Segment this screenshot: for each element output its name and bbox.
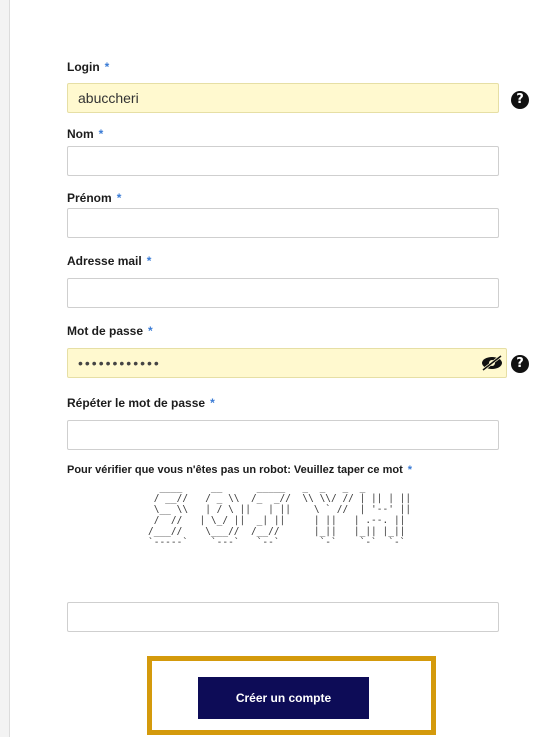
email-label: Adresse mail * xyxy=(67,254,152,268)
password-masked-value: •••••••••••• xyxy=(78,355,161,371)
required-marker: * xyxy=(104,60,110,74)
required-marker: * xyxy=(407,464,413,476)
login-label: Login * xyxy=(67,60,110,74)
prenom-input[interactable] xyxy=(67,208,499,238)
email-input[interactable] xyxy=(67,278,499,308)
password-label: Mot de passe * xyxy=(67,324,153,338)
login-input[interactable]: abuccheri xyxy=(67,83,499,113)
captcha-label: Pour vérifier que vous n'êtes pas un rob… xyxy=(67,464,413,476)
password-input[interactable]: •••••••••••• xyxy=(67,348,507,378)
password-repeat-input[interactable] xyxy=(67,420,499,450)
nom-input[interactable] xyxy=(67,146,499,176)
captcha-image: ____ __ _____ _ _ _ _ / __// / _ \\ /_ _… xyxy=(148,482,412,548)
eye-slash-icon[interactable] xyxy=(480,355,504,371)
required-marker: * xyxy=(98,127,104,141)
required-marker: * xyxy=(116,191,122,205)
signup-form: Login * abuccheri ? Nom * Prénom * Adresse … xyxy=(0,0,553,737)
captcha-input[interactable] xyxy=(67,602,499,632)
prenom-label: Prénom * xyxy=(67,191,122,205)
question-circle-icon[interactable]: ? xyxy=(511,355,529,373)
create-account-button[interactable]: Créer un compte xyxy=(198,677,369,719)
question-circle-icon[interactable]: ? xyxy=(511,91,529,109)
nom-label: Nom * xyxy=(67,127,104,141)
required-marker: * xyxy=(146,254,152,268)
required-marker: * xyxy=(148,324,153,338)
required-marker: * xyxy=(210,396,215,410)
password-repeat-label: Répéter le mot de passe * xyxy=(67,396,215,410)
